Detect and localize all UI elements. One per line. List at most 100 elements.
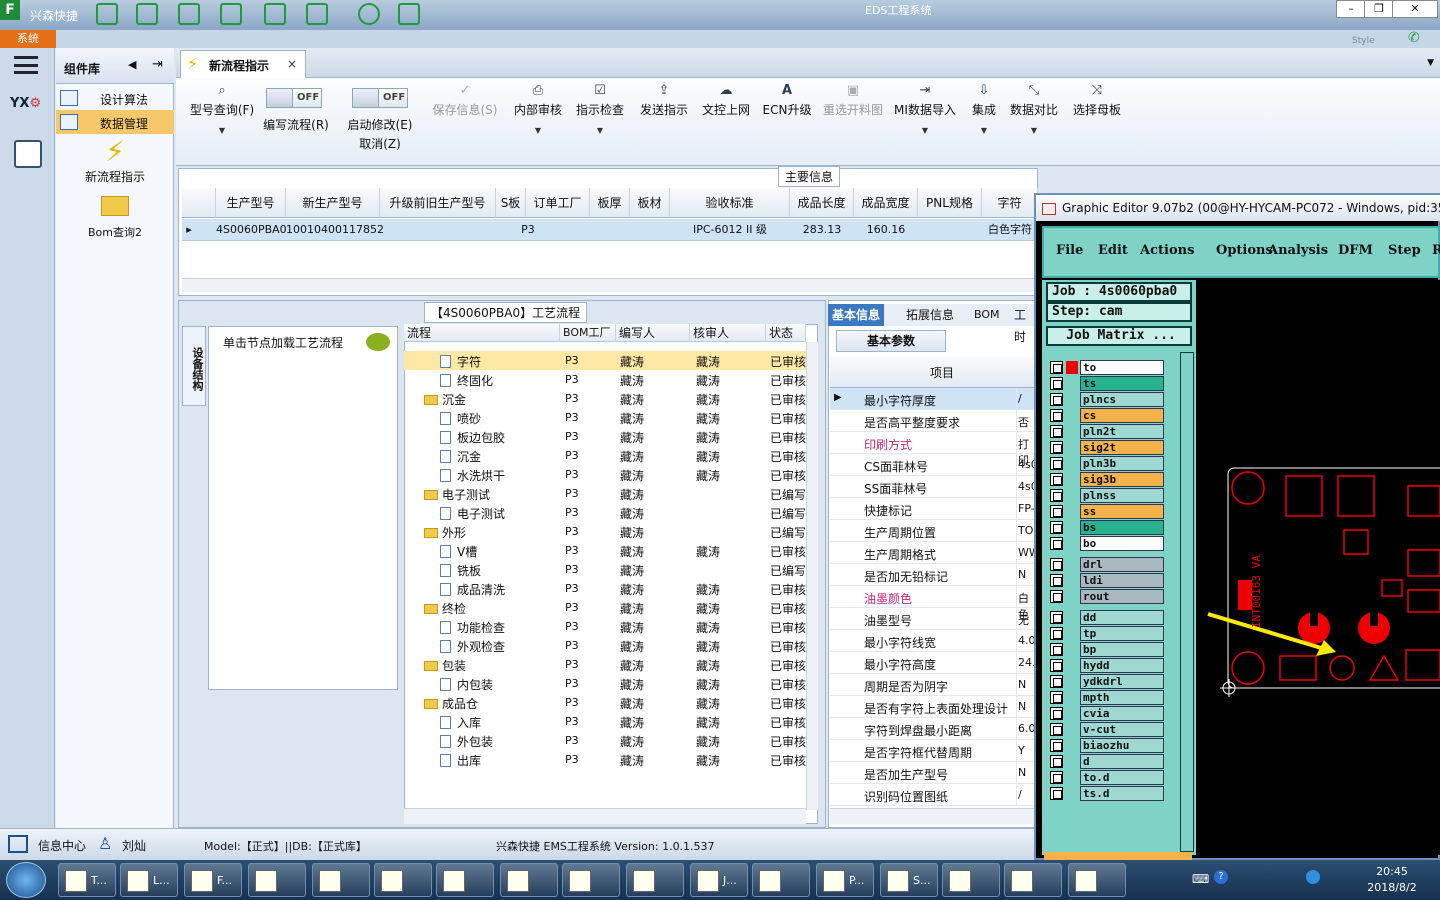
column-header[interactable]: 成品宽度 bbox=[854, 188, 918, 218]
layer-checkbox[interactable] bbox=[1050, 627, 1063, 640]
send-instruction-button[interactable]: ⇪ 发送指示 bbox=[636, 84, 692, 164]
tree-row[interactable]: 沉金 P3 藏涛 藏涛 已审核 bbox=[404, 446, 806, 465]
column-header[interactable]: 成品长度 bbox=[790, 188, 854, 218]
layer-row[interactable]: ydkdrl bbox=[1048, 674, 1166, 689]
windows-grid-icon[interactable] bbox=[8, 835, 28, 853]
data-compare-button[interactable]: ⤡ 数据对比 ▼ bbox=[1008, 84, 1060, 164]
tree-row[interactable]: 电子测试 P3 藏涛 已编写 bbox=[404, 503, 806, 522]
column-header[interactable]: 升级前旧生产型号 bbox=[380, 188, 496, 218]
layer-checkbox[interactable] bbox=[1050, 739, 1063, 752]
param-row[interactable]: 油墨颜色 白色 bbox=[830, 586, 1038, 621]
layer-row[interactable]: dd bbox=[1048, 610, 1166, 625]
menu-options[interactable]: Options bbox=[1216, 243, 1273, 258]
yx-module-icon[interactable]: YX⚙ bbox=[10, 96, 44, 126]
phone-icon[interactable]: ✆ bbox=[1408, 30, 1420, 46]
column-header[interactable]: 生产型号 bbox=[216, 188, 286, 218]
column-header[interactable]: 状态 bbox=[766, 324, 806, 342]
mi-data-import-button[interactable]: ⇥ MI数据导入 ▼ bbox=[894, 84, 956, 164]
column-header[interactable]: 字符 bbox=[982, 188, 1038, 218]
layer-checkbox[interactable] bbox=[1050, 393, 1063, 406]
chart-icon[interactable] bbox=[398, 3, 420, 25]
tree-row[interactable]: 板边包胶 P3 藏涛 藏涛 已审核 bbox=[404, 427, 806, 446]
layer-checkbox[interactable] bbox=[1050, 441, 1063, 454]
tab-basic-info[interactable]: 基本信息 bbox=[828, 304, 885, 326]
params-hscrollbar[interactable] bbox=[830, 808, 1036, 824]
tree-row[interactable]: 成品仓 P3 藏涛 藏涛 已审核 bbox=[404, 693, 806, 712]
layer-checkbox[interactable] bbox=[1050, 691, 1063, 704]
minimize-button[interactable]: – bbox=[1336, 0, 1366, 18]
model-query-button[interactable]: ⌕ 型号查询(F) ▼ bbox=[184, 84, 260, 164]
tree-row[interactable]: 沉金 P3 藏涛 藏涛 已审核 bbox=[404, 389, 806, 408]
param-row[interactable]: 是否加生产型号 N bbox=[830, 762, 1038, 784]
lib-item-new-flow[interactable]: ⚡ 新流程指示 bbox=[56, 136, 174, 190]
layer-checkbox[interactable] bbox=[1050, 489, 1063, 502]
menu-edit[interactable]: Edit bbox=[1098, 243, 1128, 258]
layer-row[interactable]: pln3b bbox=[1048, 456, 1166, 471]
maximize-button[interactable]: ❐ bbox=[1364, 0, 1394, 18]
table-row[interactable]: ▸ 4S0060PBA0 10010400117852 P3 IPC-6012 … bbox=[182, 219, 1038, 241]
param-row[interactable]: 是否加无铅标记 N bbox=[830, 564, 1038, 586]
network-icon[interactable] bbox=[1306, 870, 1320, 884]
layer-row[interactable]: cvia bbox=[1048, 706, 1166, 721]
tree-row[interactable]: 终检 P3 藏涛 藏涛 已审核 bbox=[404, 598, 806, 617]
column-header[interactable]: 核审人 bbox=[690, 324, 766, 342]
layer-row[interactable]: bo bbox=[1048, 536, 1166, 551]
layer-checkbox[interactable] bbox=[1050, 457, 1063, 470]
layer-row[interactable]: ldi bbox=[1048, 573, 1166, 588]
calculator-icon[interactable] bbox=[136, 3, 158, 25]
layer-row[interactable]: tp bbox=[1048, 626, 1166, 641]
pin-icon[interactable]: ⇥ bbox=[152, 57, 163, 72]
layer-row[interactable]: bp bbox=[1048, 642, 1166, 657]
column-header[interactable]: 编写人 bbox=[616, 324, 690, 342]
param-row[interactable]: 油墨型号 无 bbox=[830, 608, 1038, 630]
system-clock[interactable]: 20:45 2018/8/2 bbox=[1348, 864, 1436, 896]
column-header[interactable]: 流程 bbox=[404, 324, 560, 342]
job-matrix-button[interactable]: Job Matrix ... bbox=[1046, 326, 1192, 346]
column-header[interactable]: PNL规格 bbox=[918, 188, 982, 218]
column-header[interactable]: 项目 bbox=[930, 364, 954, 381]
layer-row[interactable]: v-cut bbox=[1048, 722, 1166, 737]
param-row[interactable]: 识别码位置图纸 / bbox=[830, 784, 1038, 806]
start-edit-toggle[interactable]: OFF bbox=[352, 88, 408, 108]
column-header[interactable]: 订单工厂 bbox=[526, 188, 590, 218]
save-info-button[interactable]: ✓ 保存信息(S) bbox=[428, 84, 502, 164]
layer-checkbox[interactable] bbox=[1050, 409, 1063, 422]
tree-row[interactable]: 入库 P3 藏涛 藏涛 已审核 bbox=[404, 712, 806, 731]
layer-checkbox[interactable] bbox=[1050, 611, 1063, 624]
taskbar-item[interactable]: F... bbox=[184, 863, 242, 897]
layer-checkbox[interactable] bbox=[1050, 473, 1063, 486]
layer-list-scrollbar[interactable] bbox=[1180, 352, 1194, 852]
taskbar-item[interactable] bbox=[752, 863, 810, 897]
keyboard-icon[interactable]: ⌨ bbox=[1192, 872, 1209, 886]
menu-file[interactable]: File bbox=[1056, 243, 1083, 258]
layer-row[interactable]: to bbox=[1048, 360, 1166, 375]
layer-checkbox[interactable] bbox=[1050, 425, 1063, 438]
tree-row[interactable]: V槽 P3 藏涛 藏涛 已审核 bbox=[404, 541, 806, 560]
doc-control-online-button[interactable]: ☁ 文控上网 bbox=[698, 84, 754, 164]
param-row[interactable]: 快捷标记 FP- bbox=[830, 498, 1038, 520]
column-header[interactable]: 验收标准 bbox=[670, 188, 790, 218]
taskbar-item[interactable] bbox=[626, 863, 684, 897]
close-box-icon[interactable] bbox=[1042, 203, 1056, 215]
param-row[interactable]: 字符到焊盘最小距离 6.0 bbox=[830, 718, 1038, 740]
tree-row[interactable]: 包装 P3 藏涛 藏涛 已审核 bbox=[404, 655, 806, 674]
layer-row[interactable]: d bbox=[1048, 754, 1166, 769]
layer-row[interactable]: biaozhu bbox=[1048, 738, 1166, 753]
help-icon[interactable]: ? bbox=[1214, 870, 1228, 884]
column-header[interactable]: S板 bbox=[496, 188, 526, 218]
tree-row[interactable]: 出库 P3 藏涛 藏涛 已审核 bbox=[404, 750, 806, 769]
taskbar-item[interactable]: L... bbox=[120, 863, 178, 897]
param-row[interactable]: SS面菲林号 4s0 bbox=[830, 476, 1038, 498]
taskbar-item[interactable] bbox=[436, 863, 494, 897]
layer-row[interactable]: rout bbox=[1048, 589, 1166, 604]
close-button[interactable]: ✕ bbox=[1392, 0, 1438, 18]
taskbar-item[interactable] bbox=[374, 863, 432, 897]
column-header[interactable]: 新生产型号 bbox=[286, 188, 380, 218]
system-menu-button[interactable]: 系统 bbox=[0, 30, 56, 48]
layer-checkbox[interactable] bbox=[1050, 377, 1063, 390]
layer-row[interactable]: ts bbox=[1048, 376, 1166, 391]
ecn-upgrade-button[interactable]: A ECN升级 bbox=[760, 84, 814, 164]
tree-row[interactable]: 内包装 P3 藏涛 藏涛 已审核 bbox=[404, 674, 806, 693]
column-header[interactable]: 板厚 bbox=[590, 188, 630, 218]
tab-new-flow[interactable]: ⚡ 新流程指示 × bbox=[180, 50, 306, 78]
